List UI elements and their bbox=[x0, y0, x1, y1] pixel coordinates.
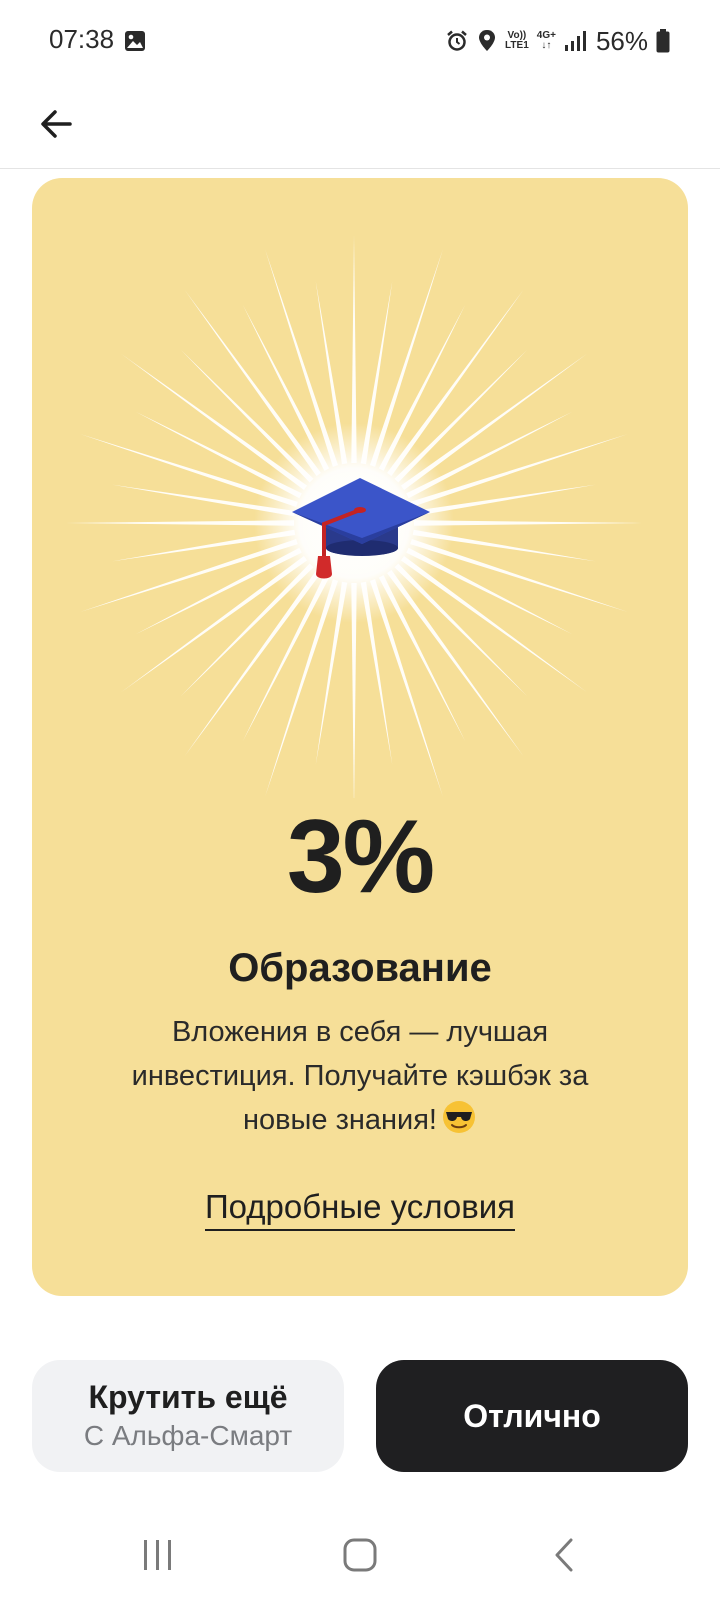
recent-apps-icon bbox=[144, 1540, 171, 1570]
back-icon bbox=[555, 1538, 573, 1572]
location-icon bbox=[477, 29, 497, 53]
4g-icon: 4G+ ↓↑ bbox=[536, 30, 556, 51]
spin-again-sublabel: С Альфа-Смарт bbox=[83, 1420, 293, 1451]
graduation-cap-icon bbox=[292, 478, 430, 579]
recent-apps-button[interactable] bbox=[128, 1530, 188, 1580]
status-icons: Vo)) LTE1 4G+ ↓↑ 56% bbox=[445, 24, 670, 58]
ok-button[interactable]: Отлично bbox=[376, 1360, 688, 1472]
home-button[interactable] bbox=[330, 1530, 390, 1580]
gallery-icon bbox=[125, 31, 145, 51]
system-nav-bar bbox=[0, 1510, 720, 1600]
sunglasses-emoji-icon bbox=[443, 1101, 475, 1133]
arrow-left-icon bbox=[41, 110, 72, 138]
spin-again-label: Крутить ещё bbox=[88, 1379, 288, 1415]
battery-icon bbox=[656, 29, 670, 53]
home-icon bbox=[343, 1538, 377, 1572]
status-bar: 07:38 Vo)) LTE1 4G+ ↓↑ 56% bbox=[0, 0, 720, 84]
battery-percent: 56% bbox=[595, 25, 648, 56]
signal-icon bbox=[564, 30, 586, 52]
status-time: 07:38 bbox=[49, 24, 115, 54]
category-title: Образование bbox=[228, 946, 492, 990]
alarm-icon bbox=[445, 29, 469, 53]
app-bar bbox=[0, 84, 720, 169]
cashback-card: 3% Образование Вложения в себя — лучшая … bbox=[32, 178, 688, 1296]
network-label: 4G+ bbox=[536, 30, 556, 41]
spin-again-button[interactable]: Крутить ещё С Альфа-Смарт bbox=[32, 1360, 344, 1472]
volte-icon: Vo)) LTE1 bbox=[505, 31, 529, 51]
cashback-percent: 3% bbox=[286, 799, 435, 915]
system-back-button[interactable] bbox=[534, 1530, 594, 1580]
terms-link-label[interactable]: Подробные условия bbox=[204, 1188, 516, 1231]
terms-link[interactable]: Подробные условия bbox=[32, 1188, 688, 1231]
lte-label: LTE1 bbox=[505, 40, 529, 51]
back-button[interactable] bbox=[28, 96, 84, 152]
description-text: Вложения в себя — лучшая инвестиция. Пол… bbox=[131, 1016, 589, 1136]
category-description: Вложения в себя — лучшая инвестиция. Пол… bbox=[102, 1010, 618, 1142]
